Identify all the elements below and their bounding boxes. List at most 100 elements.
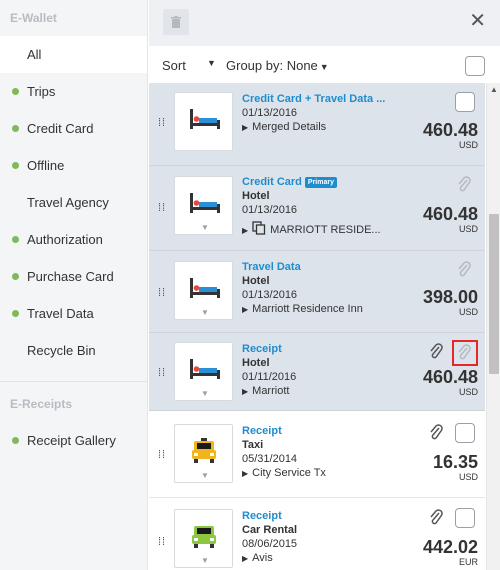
drag-handle-icon[interactable]: ⁞⁞ <box>158 450 165 461</box>
item-text: Receipt Car Rental 08/06/2015 ▶ Avis <box>242 509 297 566</box>
paperclip-icon[interactable] <box>457 344 471 362</box>
paperclip-icon[interactable] <box>429 424 443 442</box>
item-title[interactable]: Credit Card + Travel Data ... <box>242 92 385 106</box>
amount-value: 460.48 <box>422 204 478 224</box>
select-all-checkbox[interactable] <box>465 56 485 76</box>
list-item[interactable]: ⁞⁞ Credit Card + Travel Data ... 01/13/2… <box>149 83 485 166</box>
item-title[interactable]: Receipt <box>242 509 297 523</box>
item-title[interactable]: Travel Data <box>242 260 363 274</box>
item-detail-toggle[interactable]: ▶ Marriott Residence Inn <box>242 302 363 317</box>
sidebar-divider <box>0 381 147 382</box>
receipt-thumbnail[interactable]: ▼ <box>174 509 233 568</box>
receipt-thumbnail[interactable]: ▼ <box>174 424 233 483</box>
amount: 398.00 USD <box>423 287 478 318</box>
merged-copy-icon <box>252 221 266 235</box>
sidebar-item-label: Offline <box>27 158 65 173</box>
close-icon: ✕ <box>469 10 486 32</box>
currency: USD <box>458 307 478 317</box>
status-dot <box>12 310 19 317</box>
drag-handle-icon[interactable]: ⁞⁞ <box>158 288 165 299</box>
currency: USD <box>458 387 478 397</box>
sidebar-item-recycle-bin[interactable]: Recycle Bin <box>0 332 147 369</box>
status-dot <box>12 88 19 95</box>
caret-right-icon: ▶ <box>242 469 249 478</box>
item-title[interactable]: Credit Card <box>242 176 302 188</box>
paperclip-icon[interactable] <box>429 509 443 527</box>
item-type: Taxi <box>242 439 264 451</box>
sidebar-item-label: Travel Agency <box>27 195 109 210</box>
sidebar-item-offline[interactable]: Offline <box>0 147 147 184</box>
amount-value: 442.02 <box>422 537 478 557</box>
primary-badge: Primary <box>304 177 337 188</box>
scroll-thumb[interactable] <box>489 214 499 374</box>
sidebar-item-label: Credit Card <box>27 121 94 136</box>
drag-handle-icon[interactable]: ⁞⁞ <box>158 203 165 214</box>
sidebar-item-all[interactable]: All <box>0 36 147 73</box>
receipt-thumbnail[interactable]: ▼ <box>174 176 233 235</box>
bed-icon <box>190 359 220 379</box>
receipt-thumbnail[interactable]: ▼ <box>174 342 233 401</box>
list-item[interactable]: ⁞⁞ ▼ Receipt Car Rental 08/06/2015 ▶ Avis… <box>149 498 485 570</box>
receipt-thumbnail[interactable]: ▼ <box>174 261 233 320</box>
sidebar-item-authorization[interactable]: Authorization <box>0 221 147 258</box>
status-dot <box>12 273 19 280</box>
item-detail-toggle[interactable]: ▶ MARRIOTT RESIDE... <box>242 221 381 238</box>
sidebar-item-label: Travel Data <box>27 306 94 321</box>
amount: 460.48 USD <box>423 120 478 151</box>
ewallet-header: E-Wallet <box>10 11 57 25</box>
receipt-thumbnail[interactable] <box>174 92 239 157</box>
bed-icon <box>190 193 220 213</box>
sort-label: Sort <box>162 58 186 73</box>
sort-dropdown[interactable]: ▼ <box>207 58 216 68</box>
item-detail-toggle[interactable]: ▶ Marriott <box>242 384 296 399</box>
taxi-icon <box>192 438 216 463</box>
amount: 16.35 USD <box>433 452 478 483</box>
item-detail-toggle[interactable]: ▶ City Service Tx <box>242 466 326 481</box>
item-text: Credit Card + Travel Data ... 01/13/2016… <box>242 92 385 135</box>
item-date: 01/13/2016 <box>242 289 298 301</box>
sidebar-item-purchase-card[interactable]: Purchase Card <box>0 258 147 295</box>
sidebar-item-travel-agency[interactable]: Travel Agency <box>0 184 147 221</box>
trash-icon <box>171 16 181 28</box>
drag-handle-icon[interactable]: ⁞⁞ <box>158 368 165 379</box>
scrollbar[interactable]: ▲ <box>486 83 500 570</box>
row-checkbox[interactable] <box>455 508 475 528</box>
delete-button[interactable] <box>163 9 189 35</box>
drag-handle-icon[interactable]: ⁞⁞ <box>158 537 165 548</box>
amount: 460.48 USD <box>423 367 478 398</box>
sidebar-item-travel-data[interactable]: Travel Data <box>0 295 147 332</box>
toolbar: Sort ▼ Group by: None ▼ <box>149 46 500 83</box>
ereceipts-header: E-Receipts <box>10 397 73 411</box>
item-type: Hotel <box>242 357 270 369</box>
caret-right-icon: ▶ <box>242 226 249 235</box>
paperclip-icon[interactable] <box>457 176 471 194</box>
list-item[interactable]: ⁞⁞ ▼ Receipt Taxi 05/31/2014 ▶ City Servi… <box>149 411 485 498</box>
row-checkbox[interactable] <box>455 423 475 443</box>
item-detail-toggle[interactable]: ▶ Avis <box>242 551 297 566</box>
scroll-up-icon[interactable]: ▲ <box>490 85 498 94</box>
amount-value: 460.48 <box>422 120 478 140</box>
drag-handle-icon[interactable]: ⁞⁞ <box>158 118 165 129</box>
status-dot <box>12 125 19 132</box>
currency: USD <box>458 472 478 482</box>
list-item[interactable]: ⁞⁞ ▼ Receipt Hotel 01/11/2016 ▶ Marriott … <box>149 333 485 411</box>
item-title[interactable]: Receipt <box>242 342 296 356</box>
chevron-down-icon: ▼ <box>201 556 209 565</box>
sidebar-item-receipt-gallery[interactable]: Receipt Gallery <box>0 422 147 459</box>
close-button[interactable]: ✕ <box>469 11 486 31</box>
group-by-dropdown[interactable]: Group by: None ▼ <box>226 58 329 73</box>
bed-icon <box>190 278 220 298</box>
item-date: 08/06/2015 <box>242 538 298 550</box>
paperclip-icon[interactable] <box>429 343 443 361</box>
sidebar-item-credit-card[interactable]: Credit Card <box>0 110 147 147</box>
item-detail-toggle[interactable]: ▶ Merged Details <box>242 120 385 135</box>
sidebar-item-trips[interactable]: Trips <box>0 73 147 110</box>
item-title-wrap: Credit Card Primary <box>242 175 381 189</box>
currency: USD <box>458 140 478 150</box>
amount: 442.02 EUR <box>423 537 478 568</box>
item-title[interactable]: Receipt <box>242 424 326 438</box>
row-checkbox[interactable] <box>455 92 475 112</box>
list-item[interactable]: ⁞⁞ ▼ Credit Card Primary Hotel 01/13/2016… <box>149 166 485 251</box>
paperclip-icon[interactable] <box>457 261 471 279</box>
list-item[interactable]: ⁞⁞ ▼ Travel Data Hotel 01/13/2016 ▶ Marri… <box>149 251 485 333</box>
